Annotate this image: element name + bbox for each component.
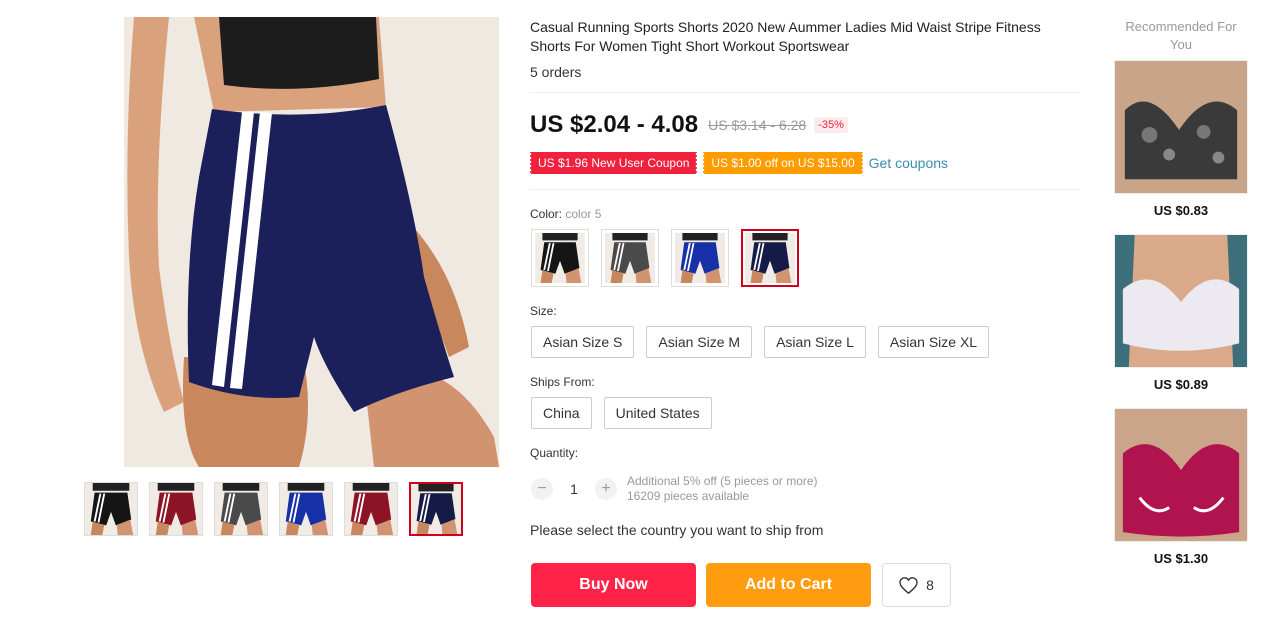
shorts-thumbnail-icon: [535, 233, 585, 283]
color-label: Color: color 5: [530, 207, 601, 221]
wishlist-count: 8: [926, 577, 934, 593]
shorts-thumbnail-icon: [85, 483, 137, 535]
heart-icon: [899, 576, 918, 594]
size-option-m[interactable]: Asian Size M: [646, 326, 753, 358]
divider: [530, 92, 1080, 93]
color-swatch-image: [605, 233, 655, 283]
recommended-item-price: US $1.30: [1153, 551, 1209, 566]
color-swatch[interactable]: [531, 229, 589, 287]
shorts-thumbnail-icon: [280, 483, 332, 535]
divider: [530, 189, 1080, 190]
gallery-thumbnail[interactable]: [344, 482, 398, 536]
recommended-item-image: [1114, 60, 1248, 194]
color-label-text: Color:: [530, 207, 563, 221]
discount-badge: -35%: [814, 117, 848, 133]
quantity-increase-button[interactable]: +: [595, 478, 617, 500]
ship-country-note: Please select the country you want to sh…: [530, 522, 824, 538]
get-coupons-link[interactable]: Get coupons: [869, 155, 948, 171]
size-option-s[interactable]: Asian Size S: [531, 326, 635, 358]
quantity-label: Quantity:: [530, 446, 579, 460]
shorts-photo: [124, 17, 499, 467]
color-swatch-image: [535, 233, 585, 283]
new-user-coupon[interactable]: US $1.96 New User Coupon: [530, 152, 698, 174]
gallery-thumbnail[interactable]: [279, 482, 333, 536]
recommended-item-image: [1114, 408, 1248, 542]
recommended-item-price: US $0.83: [1153, 203, 1209, 218]
quantity-decrease-button[interactable]: −: [531, 478, 553, 500]
shorts-thumbnail-icon: [215, 483, 267, 535]
quantity-info: Additional 5% off (5 pieces or more) 162…: [627, 474, 818, 504]
current-price: US $2.04 - 4.08: [530, 111, 699, 138]
color-swatch[interactable]: [741, 229, 799, 287]
shorts-thumbnail-icon: [345, 483, 397, 535]
action-buttons: Buy Now Add to Cart 8: [531, 563, 951, 607]
shorts-thumbnail-icon: [411, 484, 461, 534]
size-option-l[interactable]: Asian Size L: [764, 326, 866, 358]
order-count: 5 orders: [530, 64, 582, 80]
quantity-stepper: − 1 + Additional 5% off (5 pieces or mor…: [531, 474, 818, 504]
thumbnail-strip: [84, 482, 463, 536]
color-swatch-image: [745, 233, 795, 283]
shorts-thumbnail-icon: [605, 233, 655, 283]
ships-from-options: China United States: [531, 397, 712, 429]
gallery-thumbnail[interactable]: [149, 482, 203, 536]
shorts-thumbnail-icon: [150, 483, 202, 535]
color-swatch-image: [675, 233, 725, 283]
shorts-thumbnail-icon: [675, 233, 725, 283]
bra-photo: [1115, 235, 1247, 367]
recommended-item-price: US $0.89: [1153, 377, 1209, 392]
product-title: Casual Running Sports Shorts 2020 New Au…: [530, 19, 1041, 54]
buy-now-button[interactable]: Buy Now: [531, 563, 696, 607]
recommended-title: Recommended For You: [1125, 19, 1237, 52]
color-swatch[interactable]: [671, 229, 729, 287]
recommended-item[interactable]: US $1.30: [1114, 408, 1248, 566]
add-to-cart-button[interactable]: Add to Cart: [706, 563, 871, 607]
size-label: Size:: [530, 304, 557, 318]
color-swatches: [531, 229, 799, 287]
gallery-thumbnail[interactable]: [214, 482, 268, 536]
original-price: US $3.14 - 6.28: [708, 117, 807, 133]
gallery-thumbnail[interactable]: [409, 482, 463, 536]
ships-from-label: Ships From:: [530, 375, 595, 389]
size-options: Asian Size S Asian Size M Asian Size L A…: [531, 326, 990, 358]
ships-from-united-states[interactable]: United States: [603, 397, 712, 429]
bra-photo: [1115, 409, 1247, 541]
quantity-input[interactable]: 1: [553, 481, 595, 497]
color-swatch[interactable]: [601, 229, 659, 287]
gallery-thumbnail[interactable]: [84, 482, 138, 536]
recommended-item[interactable]: US $0.83: [1114, 60, 1248, 218]
store-coupon[interactable]: US $1.00 off on US $15.00: [703, 152, 863, 174]
size-option-xl[interactable]: Asian Size XL: [877, 326, 990, 358]
wishlist-button[interactable]: 8: [882, 563, 951, 607]
ships-from-china[interactable]: China: [531, 397, 592, 429]
bulk-discount-note: Additional 5% off (5 pieces or more): [627, 474, 818, 488]
coupon-row: US $1.96 New User Coupon US $1.00 off on…: [530, 152, 948, 174]
main-product-image[interactable]: [124, 17, 499, 467]
bra-photo: [1115, 61, 1247, 193]
recommended-item-image: [1114, 234, 1248, 368]
recommended-item[interactable]: US $0.89: [1114, 234, 1248, 392]
stock-available: 16209 pieces available: [627, 489, 750, 503]
price-block: US $2.04 - 4.08 US $3.14 - 6.28 -35%: [530, 111, 848, 139]
shorts-thumbnail-icon: [745, 233, 795, 283]
color-selected-value: color 5: [565, 207, 602, 221]
